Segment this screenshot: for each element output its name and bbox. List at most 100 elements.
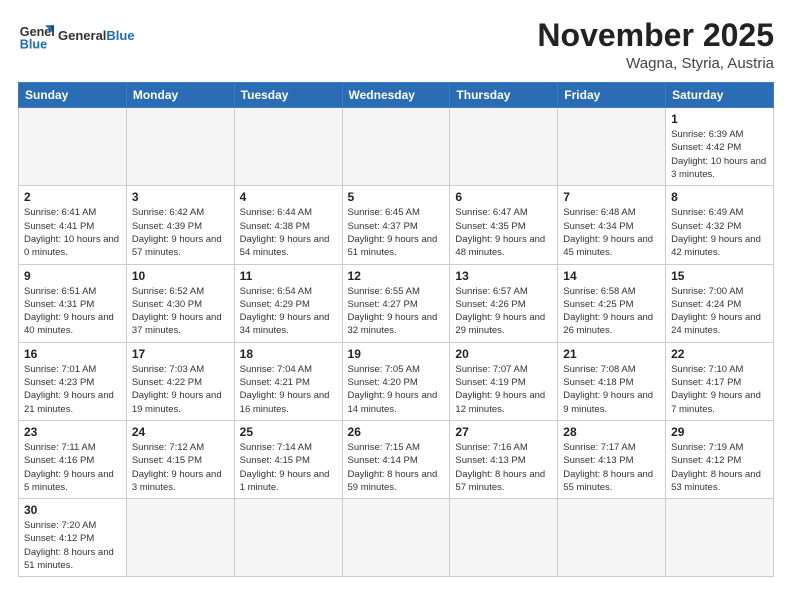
- calendar-cell: 15 Sunrise: 7:00 AM Sunset: 4:24 PM Dayli…: [666, 264, 774, 342]
- day-info: Sunrise: 6:47 AM Sunset: 4:35 PM Dayligh…: [455, 206, 552, 259]
- calendar-cell: 28 Sunrise: 7:17 AM Sunset: 4:13 PM Dayli…: [558, 420, 666, 498]
- day-info: Sunrise: 6:51 AM Sunset: 4:31 PM Dayligh…: [24, 285, 121, 338]
- day-info: Sunrise: 7:12 AM Sunset: 4:15 PM Dayligh…: [132, 441, 229, 494]
- calendar-cell: 8 Sunrise: 6:49 AM Sunset: 4:32 PM Daylig…: [666, 186, 774, 264]
- calendar-cell: 16Sunrise: 7:01 AM Sunset: 4:23 PM Dayli…: [19, 342, 127, 420]
- calendar-cell: 22 Sunrise: 7:10 AM Sunset: 4:17 PM Dayli…: [666, 342, 774, 420]
- calendar-cell: 29 Sunrise: 7:19 AM Sunset: 4:12 PM Dayli…: [666, 420, 774, 498]
- calendar-cell: [558, 108, 666, 186]
- logo-blue: Blue: [106, 28, 134, 43]
- day-number: 2: [24, 190, 121, 204]
- weekday-header-monday: Monday: [126, 83, 234, 108]
- day-info: Sunrise: 6:57 AM Sunset: 4:26 PM Dayligh…: [455, 285, 552, 338]
- calendar-cell: [19, 108, 127, 186]
- day-number: 17: [132, 347, 229, 361]
- day-number: 15: [671, 269, 768, 283]
- day-number: 8: [671, 190, 768, 204]
- weekday-header-friday: Friday: [558, 83, 666, 108]
- week-row-4: 16Sunrise: 7:01 AM Sunset: 4:23 PM Dayli…: [19, 342, 774, 420]
- calendar-cell: 7 Sunrise: 6:48 AM Sunset: 4:34 PM Daylig…: [558, 186, 666, 264]
- day-info: Sunrise: 6:49 AM Sunset: 4:32 PM Dayligh…: [671, 206, 768, 259]
- day-number: 19: [348, 347, 445, 361]
- day-info: Sunrise: 7:07 AM Sunset: 4:19 PM Dayligh…: [455, 363, 552, 416]
- calendar-cell: [558, 499, 666, 577]
- day-number: 10: [132, 269, 229, 283]
- day-info: Sunrise: 7:01 AM Sunset: 4:23 PM Dayligh…: [24, 363, 121, 416]
- header: General Blue GeneralBlue November 2025 W…: [18, 18, 774, 72]
- calendar-cell: 5Sunrise: 6:45 AM Sunset: 4:37 PM Daylig…: [342, 186, 450, 264]
- calendar-cell: 14Sunrise: 6:58 AM Sunset: 4:25 PM Dayli…: [558, 264, 666, 342]
- calendar-cell: 10 Sunrise: 6:52 AM Sunset: 4:30 PM Dayli…: [126, 264, 234, 342]
- day-number: 27: [455, 425, 552, 439]
- calendar-cell: 18 Sunrise: 7:04 AM Sunset: 4:21 PM Dayli…: [234, 342, 342, 420]
- day-number: 9: [24, 269, 121, 283]
- calendar-cell: 27 Sunrise: 7:16 AM Sunset: 4:13 PM Dayli…: [450, 420, 558, 498]
- day-info: Sunrise: 7:04 AM Sunset: 4:21 PM Dayligh…: [240, 363, 337, 416]
- day-number: 7: [563, 190, 660, 204]
- calendar-cell: 6Sunrise: 6:47 AM Sunset: 4:35 PM Daylig…: [450, 186, 558, 264]
- calendar-cell: [450, 499, 558, 577]
- calendar-cell: 4Sunrise: 6:44 AM Sunset: 4:38 PM Daylig…: [234, 186, 342, 264]
- day-number: 30: [24, 503, 121, 517]
- day-info: Sunrise: 7:00 AM Sunset: 4:24 PM Dayligh…: [671, 285, 768, 338]
- day-info: Sunrise: 7:03 AM Sunset: 4:22 PM Dayligh…: [132, 363, 229, 416]
- location-title: Wagna, Styria, Austria: [537, 55, 774, 72]
- calendar-cell: [126, 108, 234, 186]
- calendar-cell: 23Sunrise: 7:11 AM Sunset: 4:16 PM Dayli…: [19, 420, 127, 498]
- page: General Blue GeneralBlue November 2025 W…: [0, 0, 792, 612]
- day-info: Sunrise: 6:58 AM Sunset: 4:25 PM Dayligh…: [563, 285, 660, 338]
- day-info: Sunrise: 7:05 AM Sunset: 4:20 PM Dayligh…: [348, 363, 445, 416]
- weekday-header-tuesday: Tuesday: [234, 83, 342, 108]
- calendar-cell: 9 Sunrise: 6:51 AM Sunset: 4:31 PM Daylig…: [19, 264, 127, 342]
- day-number: 18: [240, 347, 337, 361]
- day-info: Sunrise: 6:42 AM Sunset: 4:39 PM Dayligh…: [132, 206, 229, 259]
- calendar-cell: [234, 499, 342, 577]
- day-info: Sunrise: 6:48 AM Sunset: 4:34 PM Dayligh…: [563, 206, 660, 259]
- day-number: 12: [348, 269, 445, 283]
- day-number: 20: [455, 347, 552, 361]
- day-number: 23: [24, 425, 121, 439]
- calendar: SundayMondayTuesdayWednesdayThursdayFrid…: [18, 82, 774, 577]
- logo-general: General: [58, 28, 106, 43]
- day-number: 13: [455, 269, 552, 283]
- day-number: 1: [671, 112, 768, 126]
- day-number: 21: [563, 347, 660, 361]
- day-number: 28: [563, 425, 660, 439]
- day-info: Sunrise: 7:08 AM Sunset: 4:18 PM Dayligh…: [563, 363, 660, 416]
- week-row-5: 23Sunrise: 7:11 AM Sunset: 4:16 PM Dayli…: [19, 420, 774, 498]
- calendar-cell: [666, 499, 774, 577]
- calendar-cell: 11 Sunrise: 6:54 AM Sunset: 4:29 PM Dayli…: [234, 264, 342, 342]
- day-info: Sunrise: 6:55 AM Sunset: 4:27 PM Dayligh…: [348, 285, 445, 338]
- calendar-cell: [126, 499, 234, 577]
- logo: General Blue GeneralBlue: [18, 18, 135, 54]
- day-number: 4: [240, 190, 337, 204]
- week-row-3: 9 Sunrise: 6:51 AM Sunset: 4:31 PM Daylig…: [19, 264, 774, 342]
- weekday-header-saturday: Saturday: [666, 83, 774, 108]
- day-info: Sunrise: 7:16 AM Sunset: 4:13 PM Dayligh…: [455, 441, 552, 494]
- calendar-cell: 25Sunrise: 7:14 AM Sunset: 4:15 PM Dayli…: [234, 420, 342, 498]
- day-info: Sunrise: 7:19 AM Sunset: 4:12 PM Dayligh…: [671, 441, 768, 494]
- day-info: Sunrise: 7:15 AM Sunset: 4:14 PM Dayligh…: [348, 441, 445, 494]
- day-number: 24: [132, 425, 229, 439]
- weekday-header-sunday: Sunday: [19, 83, 127, 108]
- calendar-cell: [450, 108, 558, 186]
- day-number: 29: [671, 425, 768, 439]
- calendar-cell: 21 Sunrise: 7:08 AM Sunset: 4:18 PM Dayli…: [558, 342, 666, 420]
- calendar-cell: 12 Sunrise: 6:55 AM Sunset: 4:27 PM Dayli…: [342, 264, 450, 342]
- week-row-1: 1Sunrise: 6:39 AM Sunset: 4:42 PM Daylig…: [19, 108, 774, 186]
- day-number: 11: [240, 269, 337, 283]
- calendar-cell: 26 Sunrise: 7:15 AM Sunset: 4:14 PM Dayli…: [342, 420, 450, 498]
- calendar-cell: 2Sunrise: 6:41 AM Sunset: 4:41 PM Daylig…: [19, 186, 127, 264]
- day-number: 22: [671, 347, 768, 361]
- day-info: Sunrise: 7:17 AM Sunset: 4:13 PM Dayligh…: [563, 441, 660, 494]
- day-info: Sunrise: 6:45 AM Sunset: 4:37 PM Dayligh…: [348, 206, 445, 259]
- month-title: November 2025: [537, 18, 774, 53]
- day-info: Sunrise: 6:54 AM Sunset: 4:29 PM Dayligh…: [240, 285, 337, 338]
- title-area: November 2025 Wagna, Styria, Austria: [537, 18, 774, 72]
- day-info: Sunrise: 6:52 AM Sunset: 4:30 PM Dayligh…: [132, 285, 229, 338]
- day-number: 3: [132, 190, 229, 204]
- day-number: 26: [348, 425, 445, 439]
- week-row-6: 30Sunrise: 7:20 AM Sunset: 4:12 PM Dayli…: [19, 499, 774, 577]
- svg-text:Blue: Blue: [20, 38, 47, 52]
- day-info: Sunrise: 7:10 AM Sunset: 4:17 PM Dayligh…: [671, 363, 768, 416]
